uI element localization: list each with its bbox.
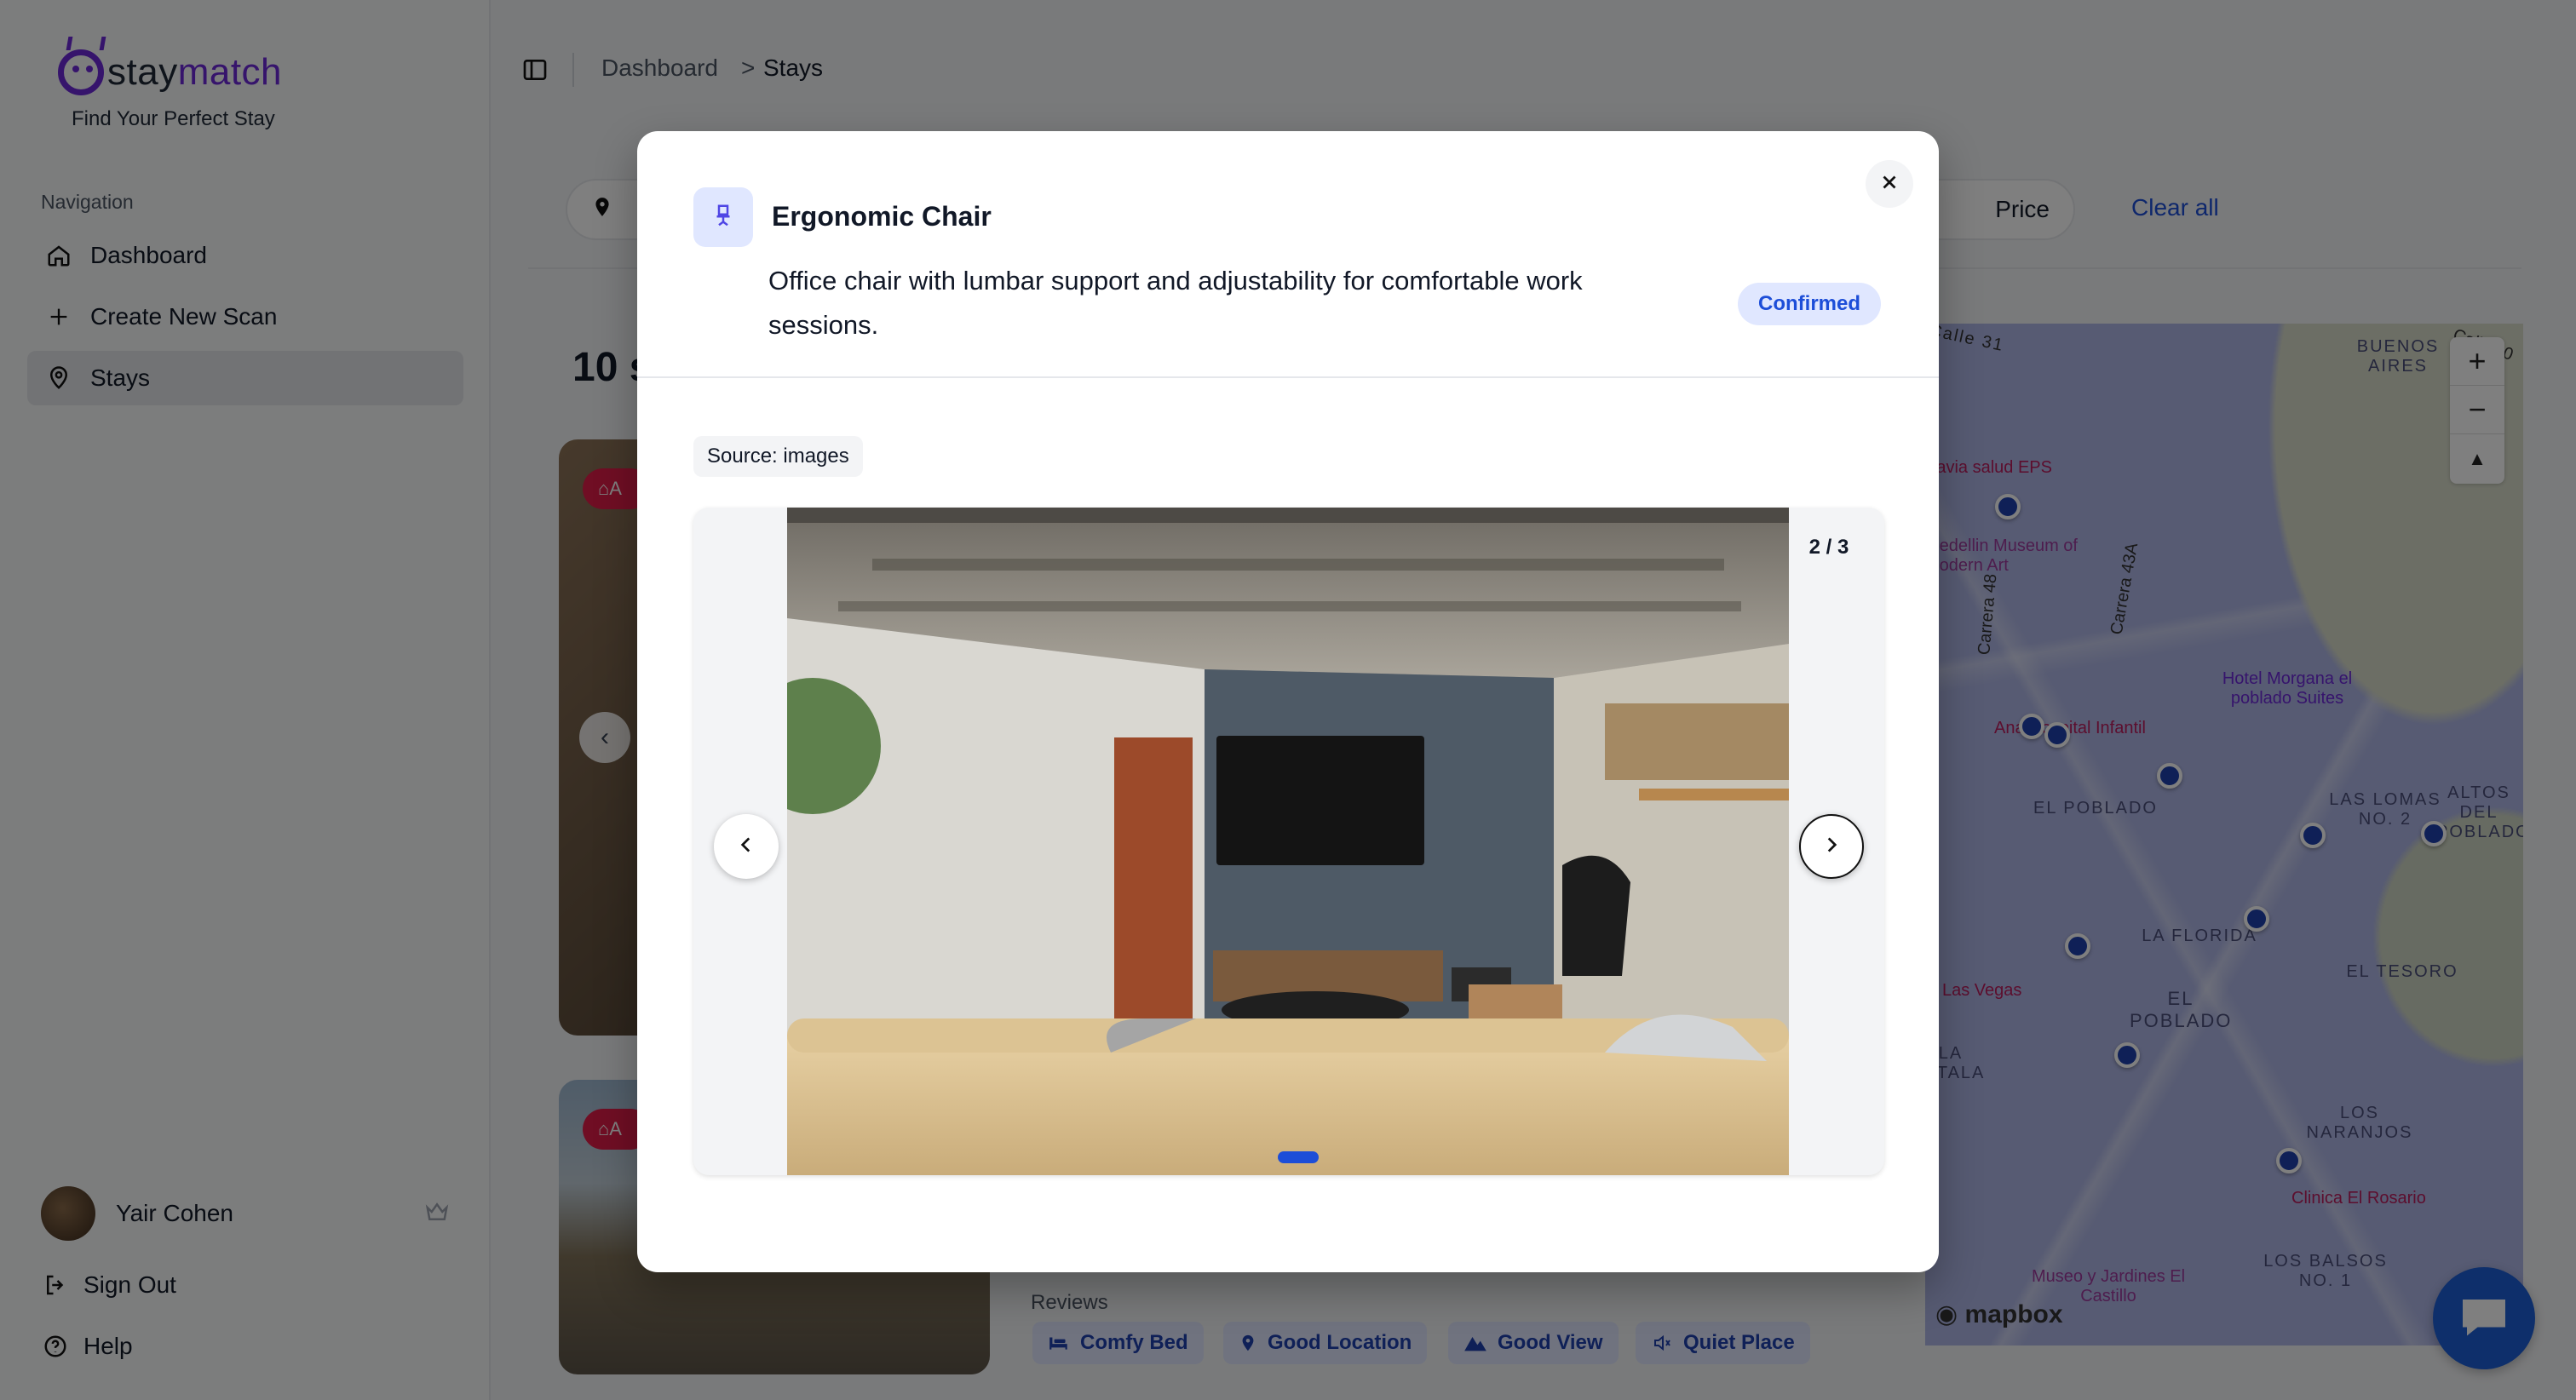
divider: [637, 376, 1939, 378]
chair-icon: [710, 203, 736, 232]
image-carousel: 2 / 3: [693, 508, 1884, 1175]
living-room-photo: [787, 508, 1789, 1175]
carousel-indicator[interactable]: [1278, 1151, 1319, 1163]
source-chip: Source: images: [693, 436, 863, 477]
modal-description: Office chair with lumbar support and adj…: [768, 266, 1583, 340]
image-counter: 2 / 3: [1792, 528, 1866, 567]
feature-modal: Ergonomic Chair Office chair with lumbar…: [637, 131, 1939, 1272]
chevron-right-icon: [1820, 834, 1843, 860]
modal-title: Ergonomic Chair: [772, 201, 992, 232]
close-button[interactable]: [1866, 160, 1913, 208]
close-icon: [1878, 171, 1900, 198]
feature-icon-box: [693, 187, 753, 247]
chevron-left-icon: [735, 834, 757, 860]
listing-photo: [787, 508, 1789, 1175]
next-image-button[interactable]: [1799, 814, 1864, 879]
status-badge: Confirmed: [1738, 283, 1881, 325]
previous-image-button[interactable]: [714, 814, 779, 879]
